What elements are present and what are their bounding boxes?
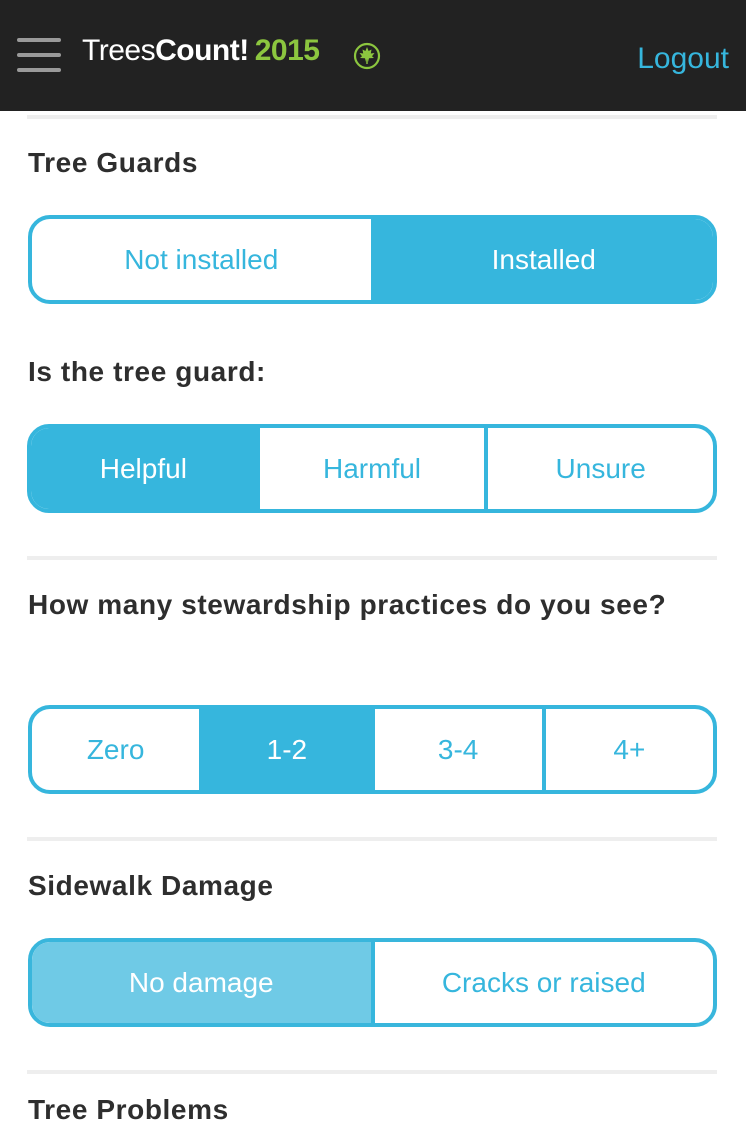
brand-text-trees: Trees — [82, 34, 156, 67]
option-unsure[interactable]: Unsure — [488, 428, 713, 509]
tree-guards-segmented-control: Not installed Installed — [28, 215, 717, 304]
sidewalk-damage-heading: Sidewalk Damage — [28, 870, 274, 901]
option-3-4[interactable]: 3-4 — [375, 709, 546, 790]
top-bar: TreesCount! 2015 Logout — [0, 0, 746, 111]
stewardship-heading: How many stewardship practices do you se… — [28, 589, 667, 620]
brand-text-count: Count! — [155, 34, 249, 67]
option-helpful[interactable]: Helpful — [31, 428, 260, 509]
hamburger-menu-icon[interactable] — [17, 38, 61, 72]
option-zero[interactable]: Zero — [32, 709, 204, 790]
section-divider — [27, 1070, 717, 1074]
option-cracks-or-raised[interactable]: Cracks or raised — [375, 942, 714, 1023]
option-no-damage[interactable]: No damage — [32, 942, 375, 1023]
tree-problems-heading: Tree Problems — [28, 1094, 229, 1125]
guard-quality-heading: Is the tree guard: — [28, 356, 266, 387]
section-divider — [27, 556, 717, 560]
stewardship-segmented-control: Zero 1-2 3-4 4+ — [28, 705, 717, 794]
option-1-2[interactable]: 1-2 — [203, 709, 375, 790]
section-divider — [27, 115, 717, 119]
tree-guards-heading: Tree Guards — [28, 147, 199, 178]
app-logo: TreesCount! 2015 — [82, 34, 320, 68]
option-installed[interactable]: Installed — [374, 219, 713, 300]
maple-leaf-icon — [353, 42, 381, 70]
option-harmful[interactable]: Harmful — [260, 428, 489, 509]
brand-year: 2015 — [254, 34, 320, 67]
sidewalk-damage-segmented-control: No damage Cracks or raised — [28, 938, 717, 1027]
logout-link[interactable]: Logout — [637, 42, 729, 76]
option-not-installed[interactable]: Not installed — [32, 219, 375, 300]
section-divider — [27, 837, 717, 841]
guard-quality-segmented-control: Helpful Harmful Unsure — [27, 424, 717, 513]
option-4-plus[interactable]: 4+ — [546, 709, 713, 790]
